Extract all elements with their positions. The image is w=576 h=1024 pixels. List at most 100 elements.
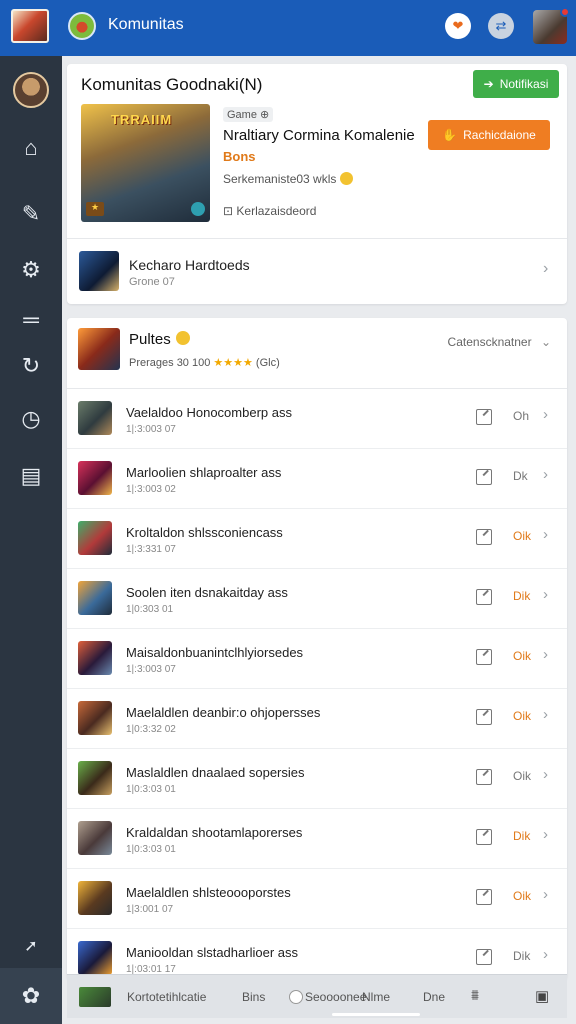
chevron-right-icon[interactable]: › <box>543 886 548 903</box>
edit-icon[interactable] <box>476 649 492 665</box>
chevron-right-icon[interactable]: › <box>543 946 548 963</box>
list-item[interactable]: Marloolien shlaproalter ass 1|:3:003 02 … <box>67 449 567 509</box>
sidebar-avatar[interactable] <box>13 72 49 108</box>
post-title: Vaelaldoo Honocomberp ass <box>126 405 292 420</box>
post-status: Oik <box>513 709 531 723</box>
genre-tag: Game ⊕ <box>223 107 274 122</box>
edit-icon[interactable] <box>476 829 492 845</box>
chart-icon[interactable]: ⩩ <box>471 987 479 1004</box>
rating-stars: ★★★★ <box>213 357 253 369</box>
user-avatar[interactable] <box>533 7 570 44</box>
post-thumbnail <box>78 461 112 495</box>
list-item[interactable]: Maelaldlen deanbir:o ohjopersses 1|0:3:3… <box>67 689 567 749</box>
edit-icon[interactable] <box>476 529 492 545</box>
message-icon[interactable]: ⇄ <box>488 13 514 39</box>
post-title: Maelaldlen shlsteoooporstes <box>126 885 291 900</box>
post-thumbnail <box>78 881 112 915</box>
posts-meta-suffix: (Glc) <box>255 357 280 369</box>
bottom-tab-2[interactable]: Bins <box>242 990 265 1004</box>
gear-icon[interactable]: ⚙ <box>15 254 47 286</box>
post-subtitle: 1|3:001 07 <box>126 904 174 915</box>
post-title: Maisaldonbuanintclhlyiorsedes <box>126 645 304 660</box>
group-subtitle: Grone 07 <box>129 276 175 288</box>
chevron-right-icon[interactable]: › <box>543 766 548 783</box>
group-title[interactable]: Kecharo Hardtoeds <box>129 257 250 273</box>
posts-card: Pultes Prerages 30 100 ★★★★ (Glc) Catens… <box>67 318 567 980</box>
group-thumbnail[interactable] <box>79 251 119 291</box>
post-subtitle: 1|:3:331 07 <box>126 544 176 555</box>
bottom-thumbnail[interactable] <box>79 987 111 1007</box>
calendar-icon[interactable]: ▤ <box>15 460 47 492</box>
post-title: Maelaldlen deanbir:o ohjopersses <box>126 705 321 720</box>
chevron-right-icon[interactable]: › <box>543 586 548 603</box>
post-subtitle: 1|0:3:32 02 <box>126 724 176 735</box>
sort-dropdown[interactable]: Catenscknatner ⌄ <box>448 335 551 349</box>
edit-icon[interactable] <box>476 769 492 785</box>
edit-icon[interactable] <box>476 889 492 905</box>
edit-icon[interactable] <box>476 469 492 485</box>
bottom-tab-1[interactable]: Kortotetihlcatie <box>127 990 206 1004</box>
post-status: Oh <box>513 409 530 423</box>
list-item[interactable]: Maelaldlen shlsteoooporstes 1|3:001 07 O… <box>67 869 567 929</box>
post-thumbnail <box>78 521 112 555</box>
game-cover-image[interactable]: TRRAIIM ★ <box>81 104 210 222</box>
post-title: Maniooldan slstadharlioer ass <box>126 945 298 960</box>
chevron-right-icon[interactable]: › <box>543 526 548 543</box>
post-status: Dik <box>513 829 531 843</box>
post-subtitle: 1|:3:003 07 <box>126 424 176 435</box>
game-name: Nraltiary Cormina Komalenie <box>223 127 415 144</box>
list-item[interactable]: Kraldaldan shootamlaporerses 1|0:3:03 01… <box>67 809 567 869</box>
pointer-icon[interactable]: ➚ <box>15 930 47 962</box>
chevron-right-icon[interactable]: › <box>543 706 548 723</box>
list-item[interactable]: Maslaldlen dnaalaed sopersies 1|0:3:03 0… <box>67 749 567 809</box>
post-thumbnail <box>78 761 112 795</box>
notification-icon[interactable]: ❤ <box>445 13 471 39</box>
post-status: Oik <box>513 649 531 663</box>
post-title: Kraldaldan shootamlaporerses <box>126 825 303 840</box>
divider <box>67 238 567 239</box>
list-item[interactable]: Maisaldonbuanintclhlyiorsedes 1|:3:003 0… <box>67 629 567 689</box>
list-item[interactable]: Soolen iten dsnakaitday ass 1|0:303 01 D… <box>67 569 567 629</box>
app-logo[interactable] <box>11 9 49 43</box>
document-icon[interactable]: ▣ <box>535 987 549 1005</box>
notify-button-label: Notifikasi <box>499 77 549 91</box>
game-status: Bons <box>223 149 256 164</box>
post-subtitle: 1|0:3:03 01 <box>126 844 176 855</box>
arrow-right-icon: ➔ <box>483 77 494 91</box>
edit-icon[interactable] <box>476 589 492 605</box>
bottom-tab-5[interactable]: Dne <box>423 990 445 1004</box>
community-paw-icon[interactable]: ✿ <box>0 968 62 1024</box>
play-button-label: Rachicdaione <box>463 128 536 142</box>
wrench-icon[interactable]: ✎ <box>15 198 47 230</box>
sort-label: Catenscknatner <box>447 335 532 349</box>
edit-icon[interactable] <box>476 709 492 725</box>
chevron-right-icon[interactable]: › <box>543 406 548 423</box>
sidebar: ⌂ ✎ ⚙ ═ ↻ ◷ ▤ ➚ ✿ <box>0 56 62 1024</box>
rank-badge-icon: ★ <box>86 202 104 216</box>
post-thumbnail <box>78 701 112 735</box>
play-button[interactable]: ✋ Rachicdaione <box>428 120 550 150</box>
cover-title: TRRAIIM <box>111 112 173 127</box>
menu-icon[interactable]: ═ <box>15 304 47 336</box>
list-item[interactable]: Kroltaldon shlssconiencass 1|:3:331 07 O… <box>67 509 567 569</box>
radio-icon <box>289 990 303 1004</box>
chevron-right-icon[interactable]: › <box>543 466 548 483</box>
bottom-toolbar: Kortotetihlcatie Bins Seoooonee Nlme Dne… <box>67 974 567 1018</box>
bottom-tab-3[interactable]: Seoooonee <box>289 990 366 1004</box>
post-thumbnail <box>78 401 112 435</box>
chevron-right-icon[interactable]: › <box>543 260 548 278</box>
clock-icon[interactable]: ◷ <box>15 403 47 435</box>
post-thumbnail <box>78 581 112 615</box>
chevron-down-icon: ⌄ <box>540 335 551 349</box>
sync-icon[interactable]: ↻ <box>15 350 47 382</box>
notify-button[interactable]: ➔ Notifikasi <box>473 70 559 98</box>
home-icon[interactable]: ⌂ <box>15 132 47 164</box>
chevron-right-icon[interactable]: › <box>543 646 548 663</box>
list-item[interactable]: Vaelaldoo Honocomberp ass 1|:3:003 07 Oh… <box>67 389 567 449</box>
bottom-tab-4[interactable]: Nlme <box>362 990 390 1004</box>
edit-icon[interactable] <box>476 409 492 425</box>
chevron-right-icon[interactable]: › <box>543 826 548 843</box>
post-status: Oik <box>513 769 531 783</box>
post-thumbnail <box>78 941 112 975</box>
edit-icon[interactable] <box>476 949 492 965</box>
